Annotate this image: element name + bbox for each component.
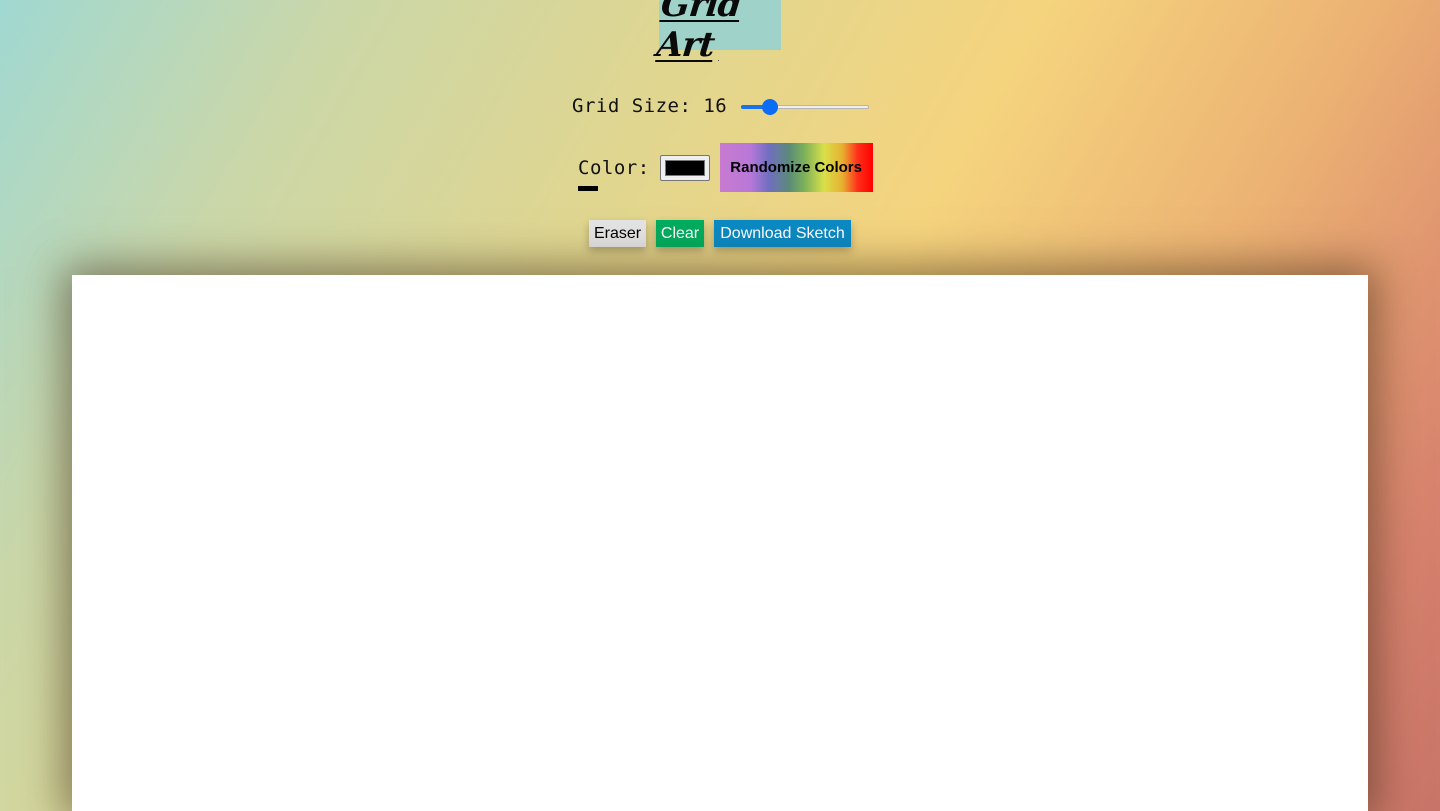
color-label-text: Color: bbox=[578, 156, 650, 179]
title-divider bbox=[718, 60, 719, 61]
slider-thumb[interactable] bbox=[762, 99, 779, 115]
page-title: Grid Art bbox=[654, 0, 743, 65]
action-toolbar: Eraser Clear Download Sketch bbox=[589, 220, 851, 247]
color-control: Color: Randomize Colors bbox=[578, 143, 873, 192]
grid-size-label: Grid Size: 16 bbox=[572, 95, 728, 117]
download-sketch-button[interactable]: Download Sketch bbox=[714, 220, 851, 247]
color-label-underline bbox=[578, 185, 598, 191]
eraser-button[interactable]: Eraser bbox=[589, 220, 646, 247]
randomize-colors-button[interactable]: Randomize Colors bbox=[719, 143, 873, 192]
color-label: Color: bbox=[578, 156, 650, 191]
color-picker[interactable] bbox=[659, 154, 710, 181]
clear-button[interactable]: Clear bbox=[656, 220, 704, 247]
grid-size-slider[interactable] bbox=[741, 96, 870, 116]
title-banner: Grid Art bbox=[655, 0, 781, 65]
drawing-grid-canvas[interactable] bbox=[72, 275, 1368, 811]
grid-size-control: Grid Size: 16 bbox=[572, 92, 870, 120]
color-picker-swatch bbox=[664, 159, 705, 176]
